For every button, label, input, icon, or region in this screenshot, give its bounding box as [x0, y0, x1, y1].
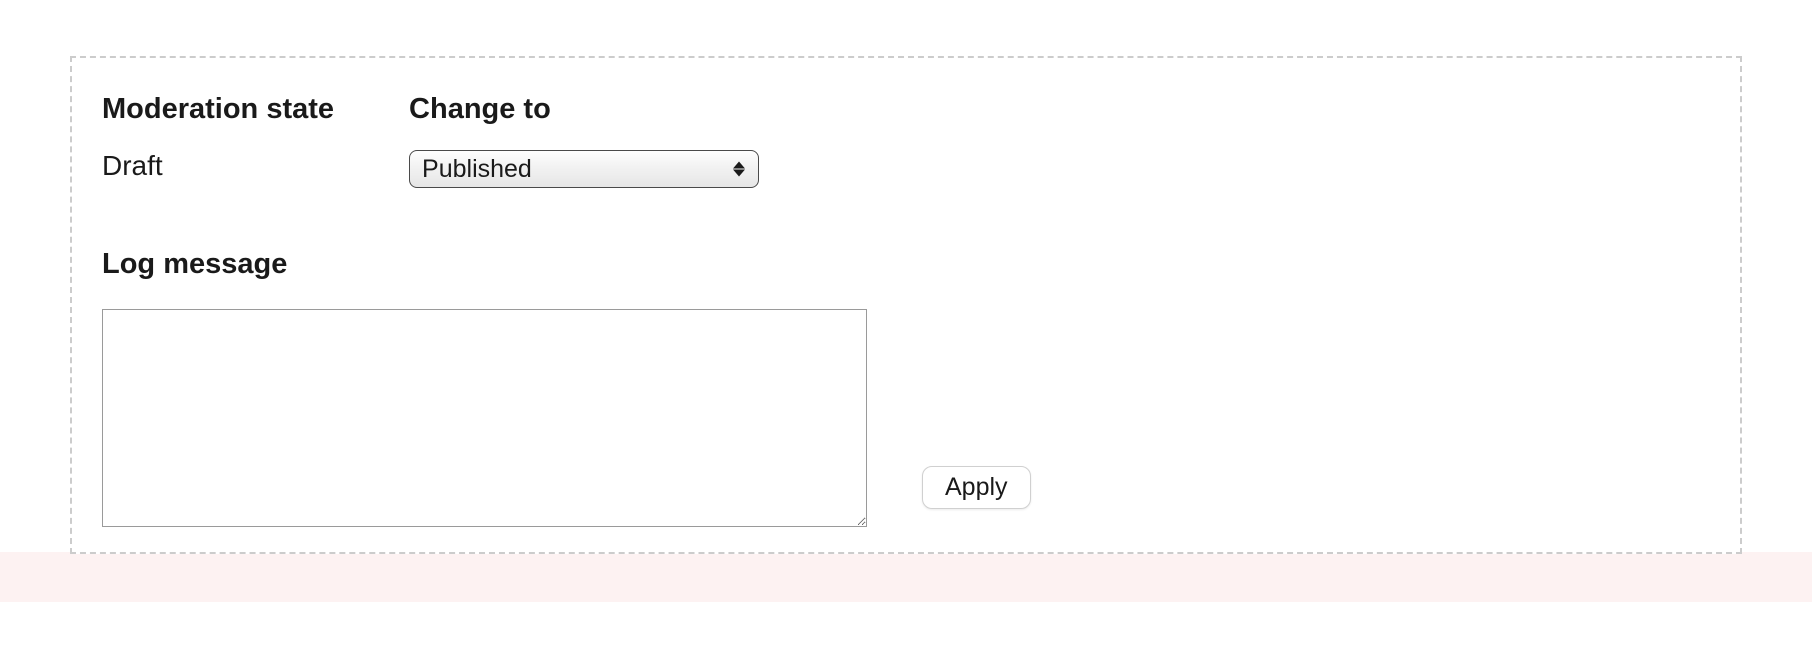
moderation-state-col: Moderation state Draft	[102, 93, 334, 182]
moderation-state-value: Draft	[102, 150, 334, 182]
log-message-label: Log message	[102, 248, 867, 281]
moderation-state-label: Moderation state	[102, 93, 334, 126]
log-message-textarea[interactable]	[102, 309, 867, 527]
change-to-col: Change to Published	[409, 93, 759, 188]
log-col: Log message	[102, 248, 867, 527]
bottom-strip	[0, 552, 1812, 602]
log-section: Log message Apply	[102, 248, 1710, 527]
change-to-label: Change to	[409, 93, 759, 126]
change-to-select-wrapper: Published	[409, 150, 759, 188]
change-to-select[interactable]: Published	[409, 150, 759, 188]
moderation-panel: Moderation state Draft Change to Publish…	[70, 56, 1742, 554]
apply-button[interactable]: Apply	[922, 466, 1031, 509]
moderation-row: Moderation state Draft Change to Publish…	[102, 93, 1710, 188]
